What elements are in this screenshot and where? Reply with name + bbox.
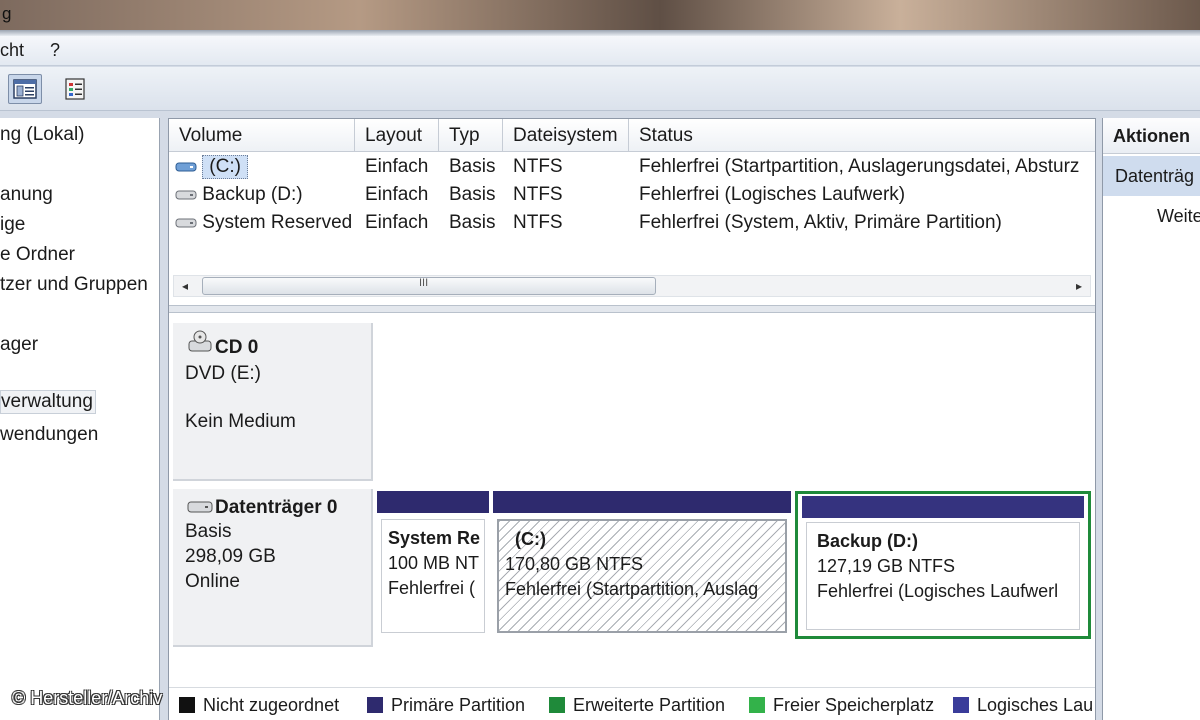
tree-item-computer-management[interactable]: ng (Lokal) <box>0 124 85 146</box>
tree-item-local-users-groups[interactable]: tzer und Gruppen <box>0 274 148 296</box>
partition-status: Fehlerfrei (Startpartition, Auslag <box>505 579 759 599</box>
legend-item: Nicht zugeordnet <box>179 695 339 716</box>
partition-type-bar <box>377 491 489 513</box>
pane-splitter[interactable] <box>169 305 1095 313</box>
tree-item-services-applications[interactable]: wendungen <box>0 424 98 446</box>
drive-icon <box>175 190 197 200</box>
cd-drive-icon <box>188 330 212 352</box>
column-header-status[interactable]: Status <box>629 119 1095 152</box>
scroll-grip-icon: III <box>419 277 429 289</box>
volume-layout: Einfach <box>365 156 429 177</box>
cd-empty-area <box>375 323 1091 481</box>
actions-header: Aktionen <box>1103 118 1200 154</box>
disk-graphical-view: CD 0 DVD (E:) Kein Medium Datenträger 0 … <box>169 313 1095 720</box>
scroll-right-icon[interactable]: ▸ <box>1068 276 1090 296</box>
scroll-left-icon[interactable]: ◂ <box>174 276 196 296</box>
toolbar <box>0 67 1200 111</box>
drive-icon <box>175 162 197 172</box>
disk-name: Datenträger 0 <box>215 497 338 518</box>
scroll-thumb[interactable]: III <box>202 277 656 295</box>
volume-name: Backup (D:) <box>202 184 303 205</box>
legend-swatch <box>549 697 565 713</box>
partition-status: Fehlerfrei (Logisches Laufwerl <box>817 581 1059 601</box>
volume-list-hscrollbar[interactable]: ◂ III ▸ <box>173 275 1091 297</box>
legend-item: Primäre Partition <box>367 695 525 716</box>
partition-size: 127,19 GB NTFS <box>817 556 956 576</box>
disk-drive: DVD (E:) <box>185 363 261 384</box>
tree-item-storage[interactable]: ager <box>0 334 38 356</box>
legend-item: Freier Speicherplatz <box>749 695 934 716</box>
legend-swatch <box>367 697 383 713</box>
volume-type: Basis <box>449 156 496 177</box>
legend-item: Erweiterte Partition <box>549 695 725 716</box>
actions-section-disk-management[interactable]: Datenträg <box>1103 156 1200 196</box>
properties-button[interactable] <box>58 74 92 104</box>
tree-item-shared-folders[interactable]: e Ordner <box>0 244 75 266</box>
volume-row[interactable]: System Reserved Einfach Basis NTFS Fehle… <box>169 209 1095 237</box>
partition-type-bar <box>493 491 791 513</box>
legend-swatch <box>749 697 765 713</box>
volume-layout: Einfach <box>365 212 429 233</box>
volume-row[interactable]: (C:) Einfach Basis NTFS Fehlerfrei (Star… <box>169 153 1095 181</box>
window-title: g <box>2 4 12 23</box>
hard-disk-icon <box>187 501 213 513</box>
volume-layout: Einfach <box>365 184 429 205</box>
legend-swatch <box>179 697 195 713</box>
properties-icon <box>65 78 85 100</box>
column-header-layout[interactable]: Layout <box>355 119 439 152</box>
volume-type: Basis <box>449 212 496 233</box>
volume-name: System Reserved <box>202 212 353 233</box>
partition-status: Fehlerfrei ( <box>388 578 476 598</box>
drive-icon <box>175 218 197 228</box>
disk-state: Online <box>185 571 240 592</box>
menu-item-help[interactable]: ? <box>50 40 60 61</box>
console-tree: ng (Lokal) anung ige e Ordner tzer und G… <box>0 118 160 720</box>
volume-status: Fehlerfrei (System, Aktiv, Primäre Parti… <box>639 212 1002 233</box>
menu-bar: cht ? <box>0 36 1200 66</box>
partition-type-bar <box>802 496 1084 518</box>
partition-c[interactable]: (C:) 170,80 GB NTFS Fehlerfrei (Startpar… <box>493 491 791 639</box>
volume-row[interactable]: Backup (D:) Einfach Basis NTFS Fehlerfre… <box>169 181 1095 209</box>
volume-status: Fehlerfrei (Startpartition, Auslagerungs… <box>639 156 1080 177</box>
legend-item: Logisches Lau <box>953 695 1093 716</box>
volume-name: (C:) <box>202 155 248 179</box>
partition-backup-d[interactable]: Backup (D:) 127,19 GB NTFS Fehlerfrei (L… <box>795 491 1091 639</box>
disk-kind: Basis <box>185 521 232 542</box>
tree-item-event-viewer[interactable]: ige <box>0 214 25 236</box>
partition-size: 170,80 GB NTFS <box>505 554 644 574</box>
disk-name: CD 0 <box>215 337 259 358</box>
window-titlebar: g <box>0 0 1200 34</box>
disk-label-cd0[interactable]: CD 0 DVD (E:) Kein Medium <box>173 323 373 481</box>
actions-pane: Aktionen Datenträg Weite <box>1102 118 1200 720</box>
column-header-filesystem[interactable]: Dateisystem <box>503 119 629 152</box>
partition-legend: Nicht zugeordnet Primäre Partition Erwei… <box>169 687 1095 720</box>
disk-label-disk0[interactable]: Datenträger 0 Basis 298,09 GB Online <box>173 489 373 647</box>
column-header-type[interactable]: Typ <box>439 119 503 152</box>
partition-name: Backup (D:) <box>817 531 919 551</box>
volume-filesystem: NTFS <box>513 184 563 205</box>
tree-item-disk-management[interactable]: verwaltung <box>0 390 96 414</box>
volume-status: Fehlerfrei (Logisches Laufwerk) <box>639 184 906 205</box>
actions-more-link[interactable]: Weite <box>1157 206 1200 227</box>
column-header-volume[interactable]: Volume <box>169 119 355 152</box>
volume-filesystem: NTFS <box>513 212 563 233</box>
volume-type: Basis <box>449 184 496 205</box>
partition-name: System Re <box>388 528 481 548</box>
disk-size: 298,09 GB <box>185 546 276 567</box>
legend-swatch <box>953 697 969 713</box>
partition-system-reserved[interactable]: System Re 100 MB NT Fehlerfrei ( <box>377 491 489 639</box>
console-tree-icon <box>13 79 37 99</box>
volume-filesystem: NTFS <box>513 156 563 177</box>
volume-list-header: Volume Layout Typ Dateisystem Status <box>169 119 1095 152</box>
partition-size: 100 MB NT <box>388 553 480 573</box>
image-credit: © Hersteller/Archiv <box>12 688 163 708</box>
partition-name: (C:) <box>515 529 546 549</box>
show-hide-console-tree-button[interactable] <box>8 74 42 104</box>
disk-media-status: Kein Medium <box>185 411 296 432</box>
disk-management-pane: Volume Layout Typ Dateisystem Status (C:… <box>168 118 1096 720</box>
menu-item-view[interactable]: cht <box>0 40 24 61</box>
tree-item-task-scheduler[interactable]: anung <box>0 184 53 206</box>
